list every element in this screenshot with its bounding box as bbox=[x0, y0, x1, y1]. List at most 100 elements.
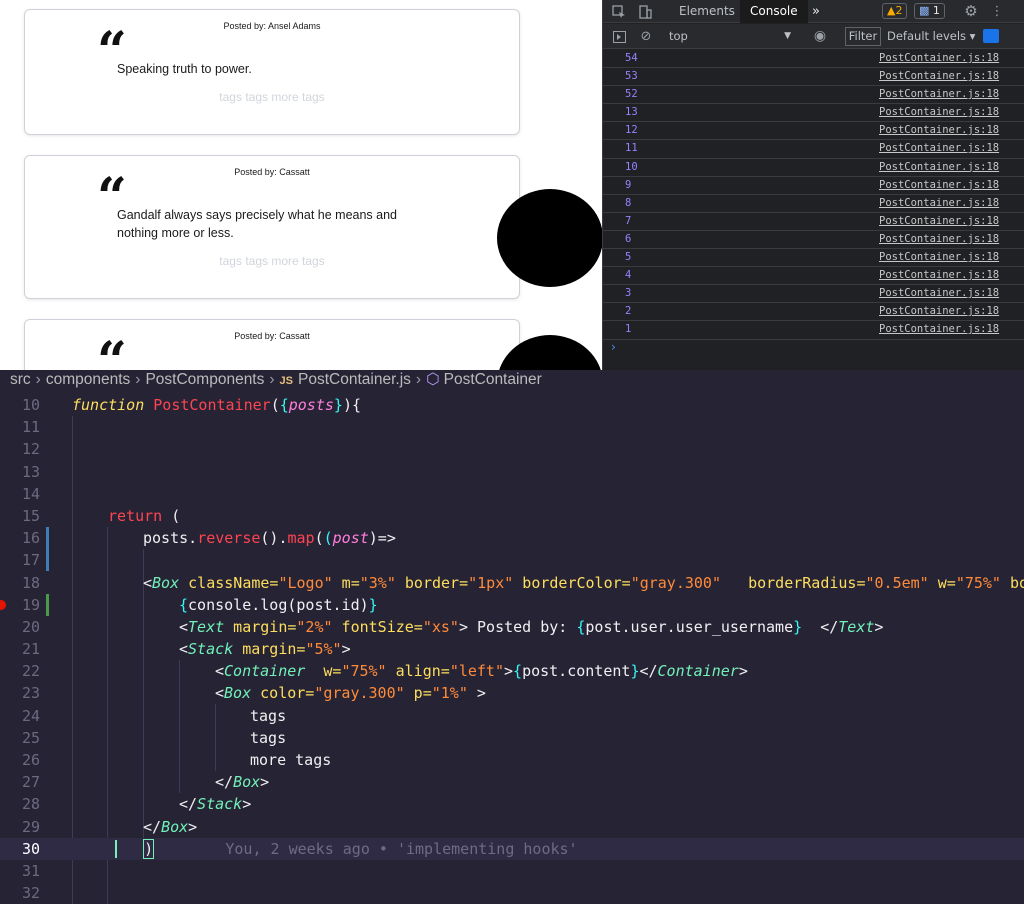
message-badge[interactable]: ▩ 1 bbox=[914, 3, 945, 19]
log-source-link[interactable]: PostContainer.js:18 bbox=[879, 159, 999, 176]
log-value: 54 bbox=[625, 52, 638, 64]
clear-console-icon[interactable]: ⊘ bbox=[637, 24, 655, 49]
log-source-link[interactable]: PostContainer.js:18 bbox=[879, 104, 999, 121]
devtools-panel: Elements Console » ▲2 ▩ 1 ⚙ ⋮ ⊘ top ▼ ◉ … bbox=[602, 0, 1024, 370]
line-number: 16 bbox=[21, 529, 40, 548]
black-circle bbox=[497, 189, 602, 287]
code-line: 11 bbox=[0, 416, 1024, 438]
line-number: 12 bbox=[21, 440, 40, 459]
breadcrumb-item[interactable]: PostComponents bbox=[145, 371, 264, 388]
console-prompt-icon[interactable]: › bbox=[611, 340, 616, 354]
log-source-link[interactable]: PostContainer.js:18 bbox=[879, 267, 999, 284]
more-tabs-icon[interactable]: » bbox=[807, 0, 825, 23]
code-line: 18 <Box className="Logo" m="3%" border="1… bbox=[0, 572, 1024, 594]
code-line: 31 bbox=[0, 860, 1024, 882]
code-line: 26 more tags bbox=[0, 749, 1024, 771]
code-line-current: 30 ) You, 2 weeks ago • 'implementing ho… bbox=[0, 837, 1024, 860]
more-options-icon[interactable]: ⋮ bbox=[988, 0, 1006, 23]
log-value: 12 bbox=[625, 124, 638, 137]
code-line: 19 {console.log(post.id)} bbox=[0, 593, 1024, 616]
breadcrumb: src › components › PostComponents › JS PostCont… bbox=[0, 370, 1024, 392]
log-source-link[interactable]: PostContainer.js:18 bbox=[879, 321, 999, 338]
post-content: Speaking truth to power. bbox=[117, 62, 252, 76]
code-line: 13 bbox=[0, 461, 1024, 483]
log-source-link[interactable]: PostContainer.js:18 bbox=[879, 231, 999, 248]
line-number: 13 bbox=[21, 462, 40, 481]
log-value: 6 bbox=[625, 232, 632, 245]
code-line: 24 tags bbox=[0, 705, 1024, 727]
gutter-added-marker bbox=[46, 593, 49, 616]
log-source-link[interactable]: PostContainer.js:18 bbox=[879, 140, 999, 157]
code-area[interactable]: 10 function PostContainer({posts}){ 11 12… bbox=[0, 394, 1024, 904]
breadcrumb-item[interactable]: PostContainer bbox=[444, 371, 542, 388]
log-value: 3 bbox=[625, 287, 632, 300]
line-number: 10 bbox=[21, 396, 40, 414]
warning-count: ▲2 bbox=[887, 4, 903, 17]
code-line: 15 return ( bbox=[0, 505, 1024, 527]
console-log-row: 3 PostContainer.js:18 bbox=[603, 285, 1024, 304]
warning-badge[interactable]: ▲2 bbox=[882, 3, 908, 19]
log-source-link[interactable]: PostContainer.js:18 bbox=[879, 285, 999, 302]
console-log-row: 54 PostContainer.js:18 bbox=[603, 50, 1024, 69]
tab-elements[interactable]: Elements bbox=[669, 0, 745, 23]
sidebar-toggle-icon[interactable] bbox=[610, 24, 628, 49]
log-source-link[interactable]: PostContainer.js:18 bbox=[879, 50, 999, 67]
message-count: 1 bbox=[932, 4, 940, 17]
context-value: top bbox=[669, 29, 688, 43]
console-log-list: 54 PostContainer.js:18 5 3 PostContainer.js:… bbox=[603, 50, 1024, 340]
line-number: 22 bbox=[21, 662, 40, 681]
tab-console[interactable]: Console bbox=[740, 0, 808, 23]
console-log-row: 9 PostContainer.js:18 bbox=[603, 177, 1024, 195]
breadcrumb-item[interactable]: PostContainer.js bbox=[298, 371, 411, 388]
line-number: 20 bbox=[21, 617, 40, 636]
log-value: 5 bbox=[625, 251, 632, 264]
console-log-row: 2 PostContainer.js:18 bbox=[603, 303, 1024, 322]
line-number: 23 bbox=[21, 684, 40, 703]
code-line: 10 function PostContainer({posts}){ bbox=[0, 394, 1024, 416]
log-value: 10 bbox=[625, 160, 638, 173]
message-icon: ▩ bbox=[919, 4, 930, 17]
log-source-link[interactable]: PostContainer.js:18 bbox=[879, 177, 999, 194]
post-content: Gandalf always says precisely what he me… bbox=[117, 208, 398, 240]
component-cube-icon: ⬡ bbox=[426, 371, 440, 388]
device-toolbar-icon[interactable] bbox=[636, 0, 654, 23]
breadcrumb-item[interactable]: src bbox=[10, 371, 31, 388]
line-number: 24 bbox=[21, 706, 40, 725]
log-source-link[interactable]: PostContainer.js:18 bbox=[879, 122, 999, 139]
log-source-link[interactable]: PostContainer.js:18 bbox=[879, 213, 999, 230]
code-line: 32 bbox=[0, 882, 1024, 904]
log-value: 7 bbox=[625, 214, 632, 227]
log-source-link[interactable]: PostContainer.js:18 bbox=[879, 86, 999, 103]
console-log-row: 7 PostContainer.js:18 bbox=[603, 213, 1024, 231]
log-source-link[interactable]: PostContainer.js:18 bbox=[879, 68, 999, 85]
js-file-icon: JS bbox=[279, 375, 294, 387]
log-value: 11 bbox=[625, 142, 638, 155]
code-line: 21 <Stack margin="5%"> bbox=[0, 638, 1024, 660]
console-log-row: 1 PostContainer.js:18 bbox=[603, 321, 1024, 340]
console-log-row: 52 PostContainer.js:18 bbox=[603, 86, 1024, 105]
line-number: 31 bbox=[21, 861, 40, 880]
log-source-link[interactable]: PostContainer.js:18 bbox=[879, 249, 999, 266]
console-toolbar: ⊘ top ▼ ◉ Filter Default levels ▾ bbox=[603, 24, 1024, 49]
filter-input[interactable]: Filter bbox=[845, 27, 881, 46]
settings-gear-icon[interactable]: ⚙ bbox=[962, 0, 980, 23]
line-number: 11 bbox=[21, 418, 40, 437]
line-number: 19 bbox=[21, 595, 40, 614]
post-card: Posted by: Ansel Adams “ Speaking truth … bbox=[24, 9, 520, 135]
log-value: 1 bbox=[625, 323, 632, 336]
code-line: 14 bbox=[0, 483, 1024, 505]
gutter-modified-marker bbox=[46, 527, 49, 550]
line-number: 29 bbox=[21, 817, 40, 836]
console-log-row: 5 PostContainer.js:18 bbox=[603, 249, 1024, 268]
line-number: 28 bbox=[21, 795, 40, 814]
issues-icon[interactable] bbox=[983, 29, 999, 43]
inspect-icon[interactable] bbox=[610, 0, 628, 23]
context-select[interactable]: top ▼ bbox=[669, 27, 797, 46]
line-number: 25 bbox=[21, 728, 40, 747]
log-levels-select[interactable]: Default levels ▾ bbox=[887, 27, 975, 46]
breadcrumb-item[interactable]: components bbox=[46, 371, 130, 388]
log-source-link[interactable]: PostContainer.js:18 bbox=[879, 303, 999, 320]
code-line: 23 <Box color="gray.300" p="1%" > bbox=[0, 682, 1024, 704]
live-expression-eye-icon[interactable]: ◉ bbox=[811, 24, 829, 49]
log-source-link[interactable]: PostContainer.js:18 bbox=[879, 195, 999, 212]
